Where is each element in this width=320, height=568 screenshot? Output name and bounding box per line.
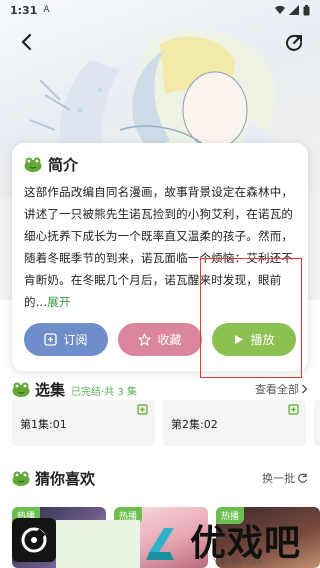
expand-link[interactable]: 展开 xyxy=(47,295,70,309)
star-icon xyxy=(138,333,152,346)
episode-list: 第1集:01 第2集:02 xyxy=(12,400,320,446)
status-bar: 1:31 A xyxy=(0,0,320,20)
subscribe-button[interactable]: 订阅 xyxy=(24,323,108,356)
refresh-icon xyxy=(298,473,308,483)
site-watermark: 优戏吧 YOUXI8.COM xyxy=(56,520,320,568)
favorite-label: 收藏 xyxy=(157,333,182,347)
view-all-link[interactable]: 查看全部 xyxy=(255,381,308,397)
episodes-header: 选集 已完结·共 3 集 查看全部 xyxy=(12,378,308,400)
floating-player-button[interactable] xyxy=(12,518,56,562)
frog-icon xyxy=(24,157,42,172)
battery-icon xyxy=(303,4,310,15)
favorite-button[interactable]: 收藏 xyxy=(118,323,202,356)
wifi-icon xyxy=(275,5,285,15)
frog-icon xyxy=(12,382,30,397)
status-time: 1:31 xyxy=(10,3,38,17)
episode-item-3[interactable] xyxy=(314,400,320,446)
subscribe-label: 订阅 xyxy=(63,333,88,347)
episode-add-icon xyxy=(288,404,299,415)
intro-header: 简介 xyxy=(24,153,296,175)
refresh-button[interactable]: 换一批 xyxy=(262,470,308,486)
top-nav xyxy=(0,26,320,58)
recommend-title: 猜你喜欢 xyxy=(35,469,96,488)
recommend-header: 猜你喜欢 换一批 xyxy=(12,467,308,489)
episodes-status: 已完结·共 3 集 xyxy=(71,387,137,398)
watermark-pad xyxy=(56,520,140,568)
share-button[interactable] xyxy=(280,28,308,56)
episode-label: 第2集:02 xyxy=(171,418,218,431)
episode-add-icon xyxy=(137,404,148,415)
watermark-logo-icon xyxy=(146,528,174,560)
episode-item-1[interactable]: 第1集:01 xyxy=(12,400,155,446)
disc-icon xyxy=(21,527,47,553)
view-all-label: 查看全部 xyxy=(255,383,299,396)
frog-icon xyxy=(12,471,30,486)
signal-icon xyxy=(289,5,299,15)
episodes-title: 选集 xyxy=(35,380,66,399)
intro-title: 简介 xyxy=(48,155,79,174)
watermark-subtext: YOUXI8.COM xyxy=(214,558,264,566)
back-button[interactable] xyxy=(12,28,40,56)
sim-indicator: A xyxy=(43,5,50,15)
refresh-label: 换一批 xyxy=(262,472,295,485)
back-arrow-icon xyxy=(21,33,32,51)
status-icons xyxy=(275,4,310,16)
episode-item-2[interactable]: 第2集:02 xyxy=(163,400,306,446)
episode-label: 第1集:01 xyxy=(20,418,67,431)
play-highlight-box xyxy=(200,258,302,378)
watermark-text: 优戏吧 xyxy=(190,523,302,564)
share-icon xyxy=(286,34,302,51)
subscribe-icon xyxy=(44,333,58,346)
chevron-right-icon xyxy=(302,384,308,394)
